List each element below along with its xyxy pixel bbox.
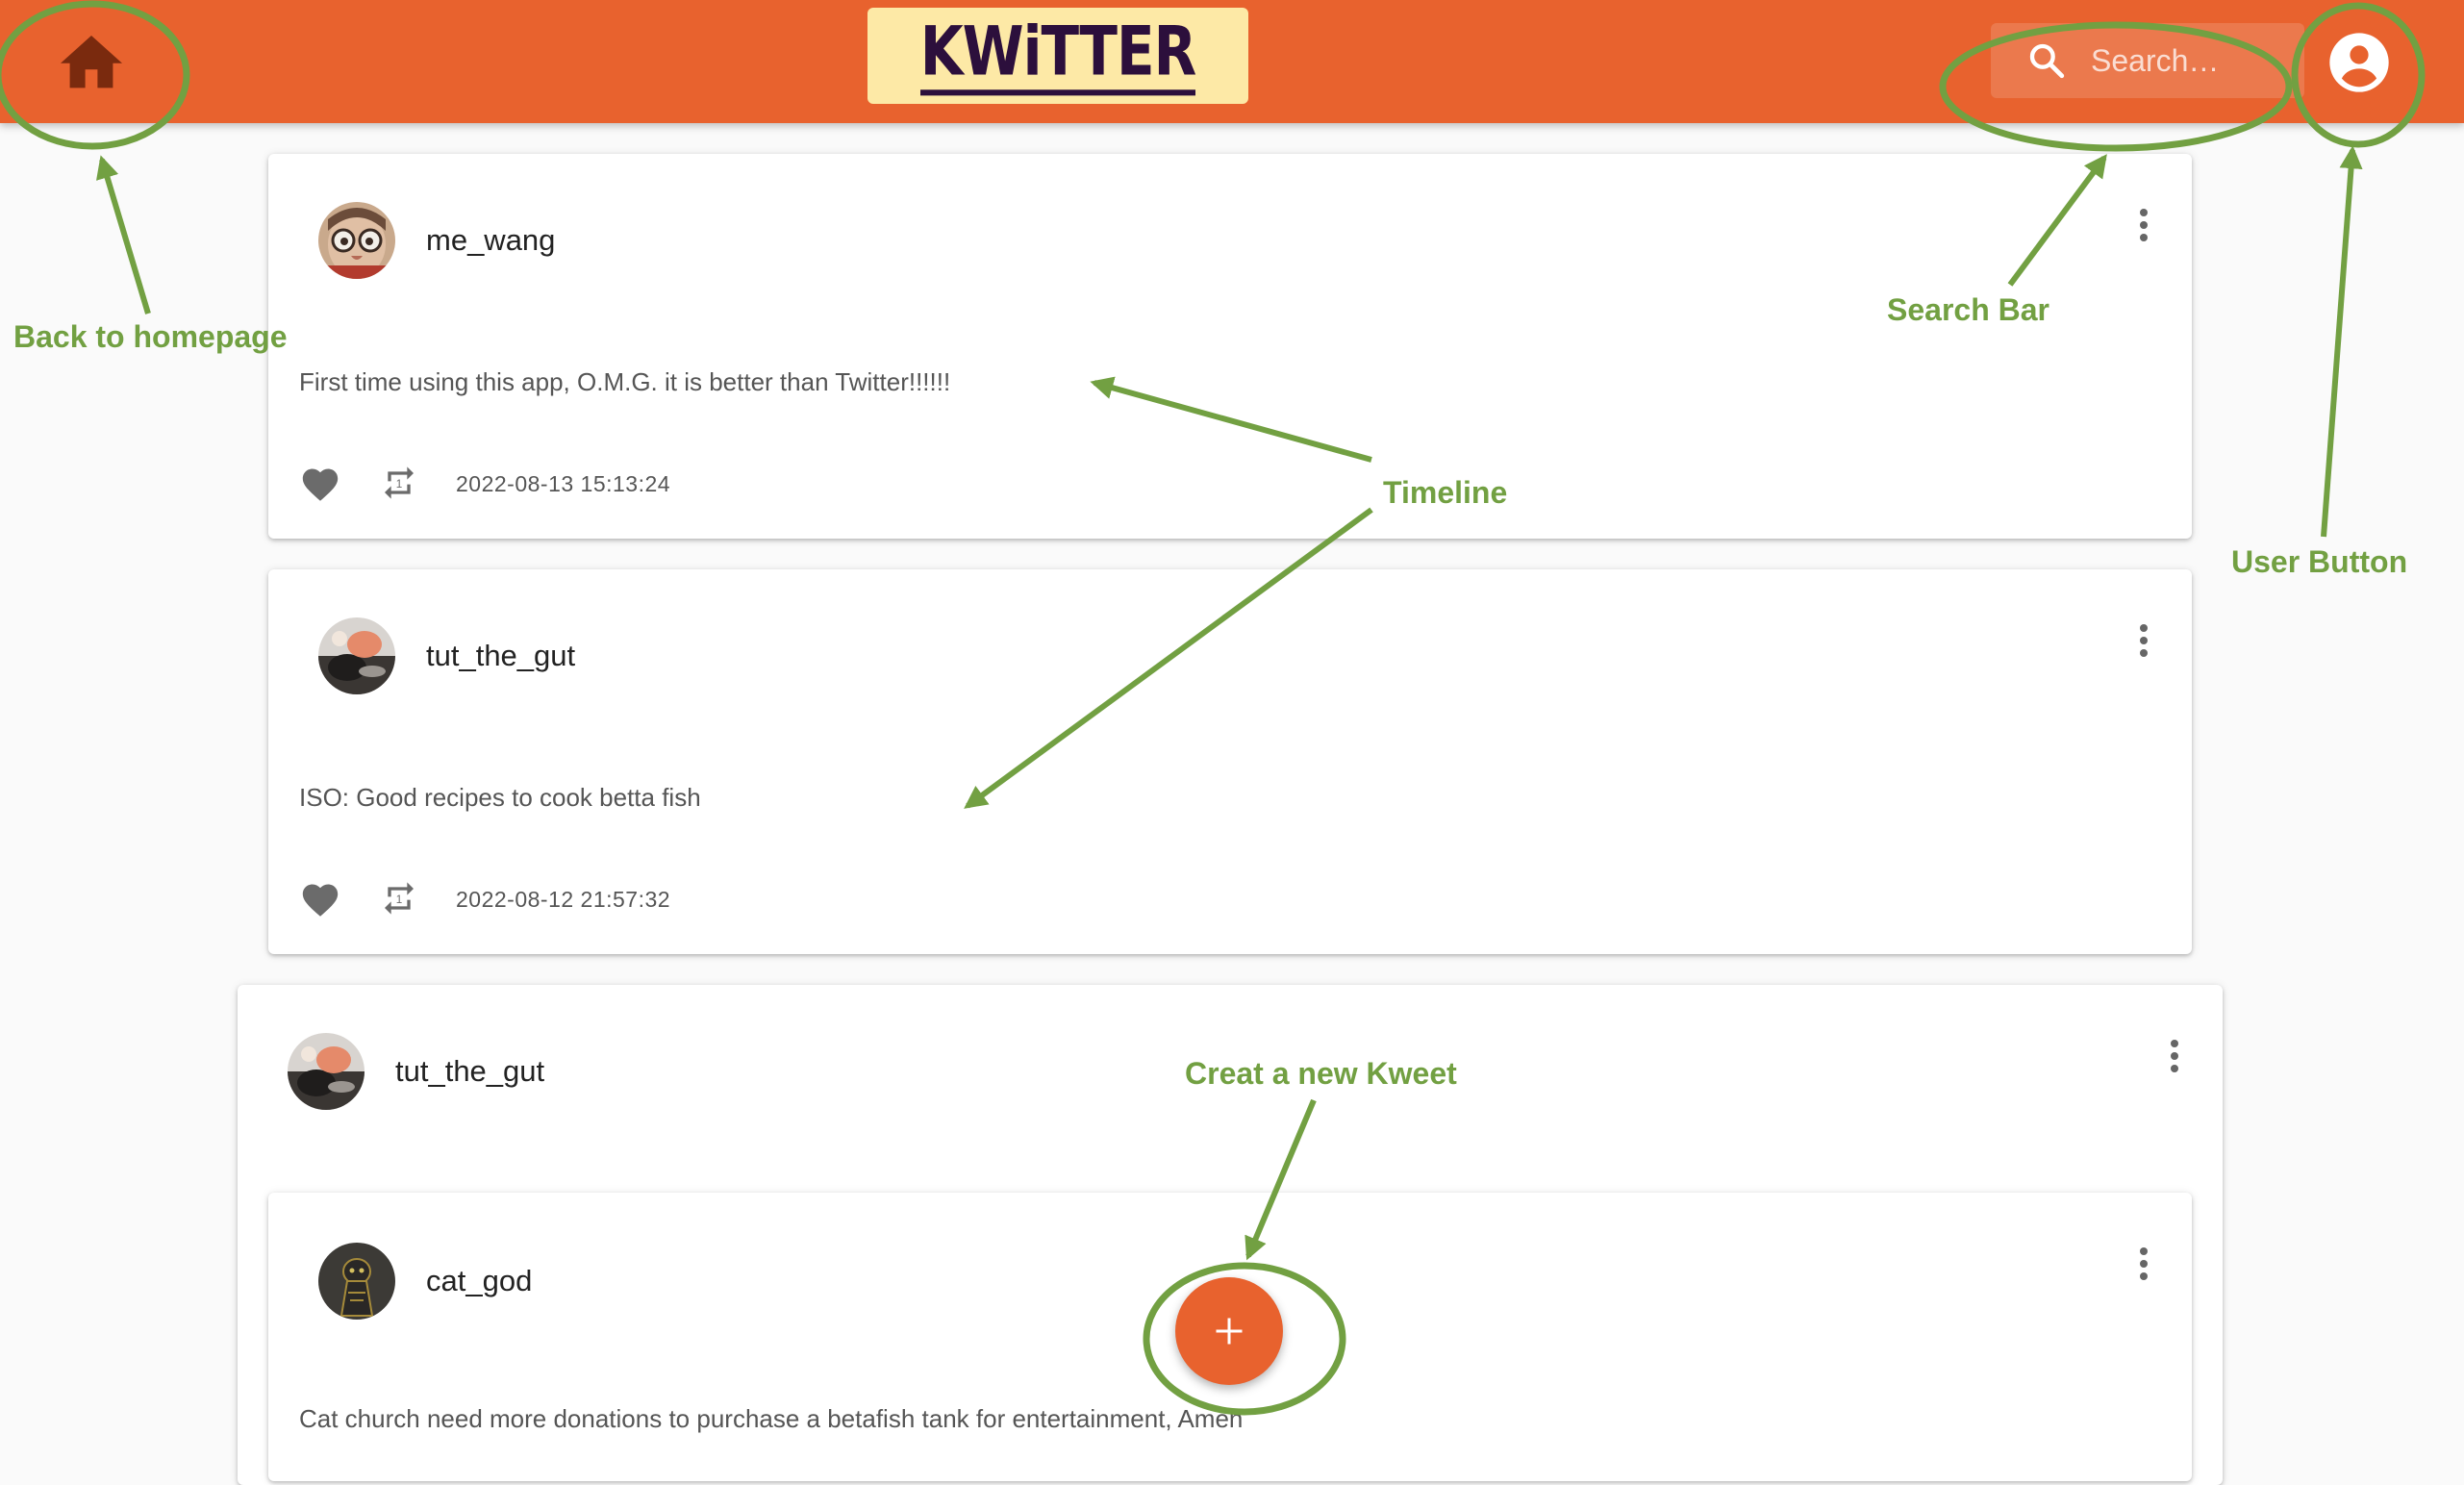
rekweet-button[interactable]: 1 — [376, 460, 422, 506]
more-options-button[interactable] — [2125, 196, 2163, 254]
annotation-search-label: Search Bar — [1887, 292, 2049, 327]
annotation-new-kweet-label: Creat a new Kweet — [1185, 1056, 1457, 1091]
avatar[interactable] — [288, 1033, 365, 1110]
kweet-card: me_wang First time using this app, O.M.G… — [268, 154, 2192, 539]
timestamp: 2022-08-13 15:13:24 — [456, 471, 671, 496]
svg-text:1: 1 — [396, 478, 402, 491]
heart-icon — [302, 884, 339, 917]
plus-icon — [1216, 1318, 1243, 1345]
username[interactable]: me_wang — [426, 223, 555, 258]
home-arrow — [96, 155, 151, 315]
user-arrow — [2321, 145, 2363, 538]
search-icon — [2025, 39, 2068, 82]
user-account-button[interactable] — [2326, 29, 2393, 96]
kweet-text: Cat church need more donations to purcha… — [299, 1404, 1244, 1433]
more-vert-icon — [2140, 624, 2148, 657]
home-icon — [61, 36, 122, 88]
avatar[interactable] — [318, 617, 395, 694]
annotation-user-label: User Button — [2231, 544, 2408, 579]
rekweet-button[interactable]: 1 — [376, 875, 422, 921]
repeat-icon: 1 — [385, 466, 414, 499]
more-options-button[interactable] — [2125, 1235, 2163, 1293]
svg-text:1: 1 — [396, 894, 402, 906]
annotation-home-label: Back to homepage — [13, 319, 288, 354]
avatar[interactable] — [318, 1243, 395, 1320]
account-circle-icon — [2329, 33, 2389, 92]
kweet-text: First time using this app, O.M.G. it is … — [299, 367, 951, 396]
like-button[interactable] — [297, 460, 343, 506]
more-vert-icon — [2140, 209, 2148, 241]
kweet-card: tut_the_gut ISO: Good recipes to cook be… — [268, 569, 2192, 954]
search-input[interactable] — [2089, 41, 2275, 80]
more-vert-icon — [2171, 1040, 2178, 1072]
kweet-text: ISO: Good recipes to cook betta fish — [299, 783, 701, 812]
app-logo: KWiTTER — [867, 8, 1248, 104]
repeat-icon: 1 — [385, 882, 414, 915]
username[interactable]: tut_the_gut — [426, 639, 575, 673]
logo-text: KWiTTER — [919, 16, 1196, 95]
home-button[interactable] — [58, 29, 125, 96]
more-options-button[interactable] — [2155, 1027, 2194, 1085]
more-options-button[interactable] — [2125, 612, 2163, 669]
like-button[interactable] — [297, 875, 343, 921]
more-vert-icon — [2140, 1247, 2148, 1280]
top-app-bar: KWiTTER — [0, 0, 2464, 123]
heart-icon — [302, 468, 339, 501]
username[interactable]: cat_god — [426, 1264, 532, 1298]
search-bar[interactable] — [1991, 23, 2304, 98]
avatar[interactable] — [318, 202, 395, 279]
username[interactable]: tut_the_gut — [395, 1054, 544, 1089]
timestamp: 2022-08-12 21:57:32 — [456, 887, 671, 912]
new-kweet-button[interactable] — [1175, 1277, 1283, 1385]
annotation-timeline-label: Timeline — [1383, 475, 1508, 510]
